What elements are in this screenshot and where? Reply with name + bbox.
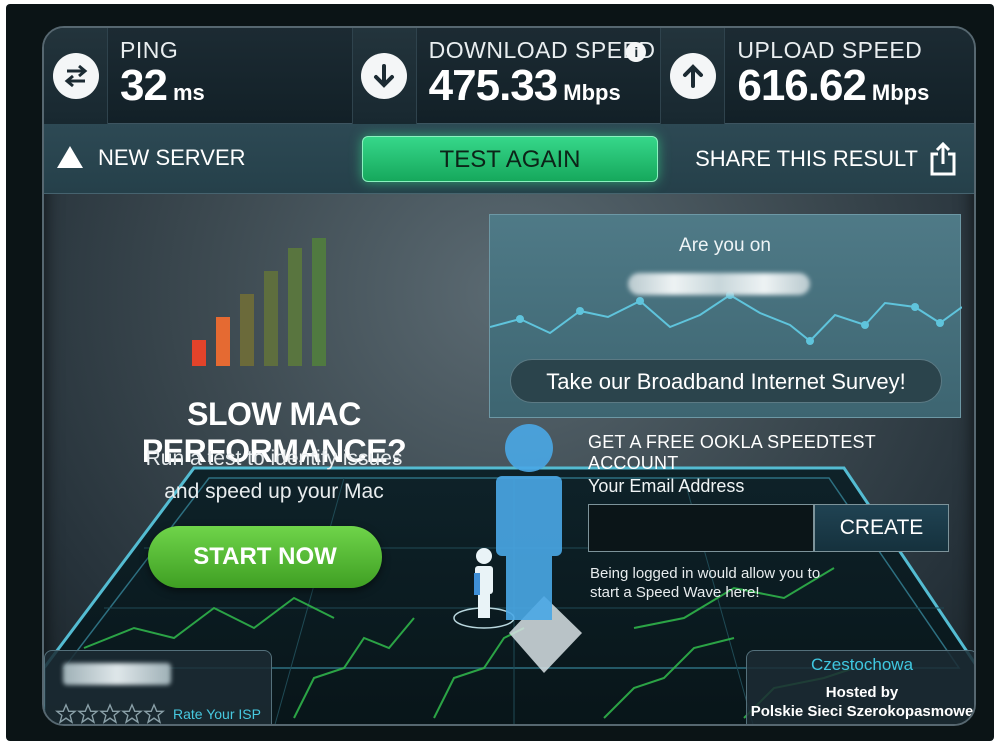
- share-result-button[interactable]: SHARE THIS RESULT: [695, 142, 956, 176]
- new-server-label: NEW SERVER: [98, 145, 246, 170]
- account-note: Being logged in would allow you to start…: [590, 564, 890, 602]
- test-again-button[interactable]: TEST AGAIN: [362, 136, 658, 182]
- download-arrow-icon: [361, 53, 408, 99]
- ping-unit: ms: [172, 80, 205, 105]
- share-icon: [930, 142, 956, 176]
- signal-bars-graphic: [192, 238, 326, 366]
- stats-bar: PING 32ms DOWNLOAD SPEED 475.33Mbps i: [44, 28, 974, 124]
- signal-bar: [240, 294, 254, 366]
- download-stat: DOWNLOAD SPEED 475.33 Mbps i: [352, 28, 662, 124]
- account-title: GET A FREE OOKLA SPEEDTEST ACCOUNT: [588, 432, 876, 473]
- upload-value: 616.62: [737, 61, 867, 110]
- signal-bar: [264, 271, 278, 366]
- ping-value: 32: [120, 61, 168, 110]
- rate-isp-link[interactable]: Rate Your ISP: [173, 706, 261, 722]
- star-icon[interactable]: [99, 703, 121, 725]
- promo-subline: Run a test to identify issues and speed …: [84, 442, 464, 508]
- star-icon[interactable]: [143, 703, 165, 725]
- start-now-button[interactable]: START NOW: [148, 526, 382, 588]
- server-host-panel: Czestochowa Hosted by Polskie Sieci Szer…: [746, 650, 974, 724]
- email-label: Your Email Address: [588, 476, 745, 496]
- star-icon[interactable]: [77, 703, 99, 725]
- server-triangle-icon: [57, 146, 83, 168]
- survey-button[interactable]: Take our Broadband Internet Survey!: [510, 359, 942, 403]
- ping-stat: PING 32 ms: [44, 28, 353, 124]
- signal-bar: [312, 238, 326, 366]
- new-server-button[interactable]: NEW SERVER: [56, 144, 246, 172]
- signal-bar: [216, 317, 230, 366]
- star-icon[interactable]: [55, 703, 77, 725]
- download-unit: Mbps: [563, 80, 621, 105]
- upload-stat: UPLOAD SPEED 616.62 Mbps: [661, 28, 974, 124]
- star-icon[interactable]: [121, 703, 143, 725]
- download-icon-box: [352, 28, 417, 124]
- create-button[interactable]: CREATE: [814, 504, 949, 552]
- email-input[interactable]: [588, 504, 814, 552]
- upload-arrow-icon: [669, 53, 716, 99]
- ping-label: PING: [120, 37, 179, 63]
- upload-label: UPLOAD SPEED: [737, 37, 923, 63]
- download-value: 475.33: [428, 61, 559, 110]
- redacted-isp-name: [628, 273, 810, 295]
- upload-icon-box: [661, 28, 726, 124]
- promo-subline-1: Run a test to identify issues: [145, 447, 403, 470]
- signal-bar: [288, 248, 302, 366]
- hosted-by-label: Hosted by: [825, 684, 899, 701]
- ping-icon-box: [44, 28, 108, 124]
- rating-stars[interactable]: [55, 703, 165, 725]
- account-note-2: start a Speed Wave here!: [590, 584, 760, 601]
- account-note-1: Being logged in would allow you to: [590, 565, 821, 582]
- share-label: SHARE THIS RESULT: [695, 146, 918, 171]
- survey-panel: Are you on Take our Broadband Internet S…: [489, 214, 962, 418]
- host-name: Polskie Sieci Szerokopasmowe: [750, 703, 974, 720]
- ping-arrows-icon: [52, 53, 99, 99]
- survey-question: Are you on: [679, 235, 771, 256]
- redacted-isp-label: [63, 663, 171, 685]
- promo-subline-2: and speed up your Mac: [164, 480, 384, 503]
- signal-bar: [192, 340, 206, 366]
- upload-unit: Mbps: [871, 80, 930, 105]
- action-bar: NEW SERVER TEST AGAIN SHARE THIS RESULT: [44, 124, 974, 194]
- speedtest-app: PING 32ms DOWNLOAD SPEED 475.33Mbps i: [42, 26, 976, 726]
- account-signup: GET A FREE OOKLA SPEEDTEST ACCOUNT Your …: [588, 432, 968, 601]
- host-city[interactable]: Czestochowa: [747, 655, 974, 675]
- isp-rating-panel: Rate Your ISP: [44, 650, 272, 725]
- window-frame: PING 32ms DOWNLOAD SPEED 475.33Mbps i: [6, 4, 994, 741]
- download-label: DOWNLOAD SPEED: [428, 37, 656, 63]
